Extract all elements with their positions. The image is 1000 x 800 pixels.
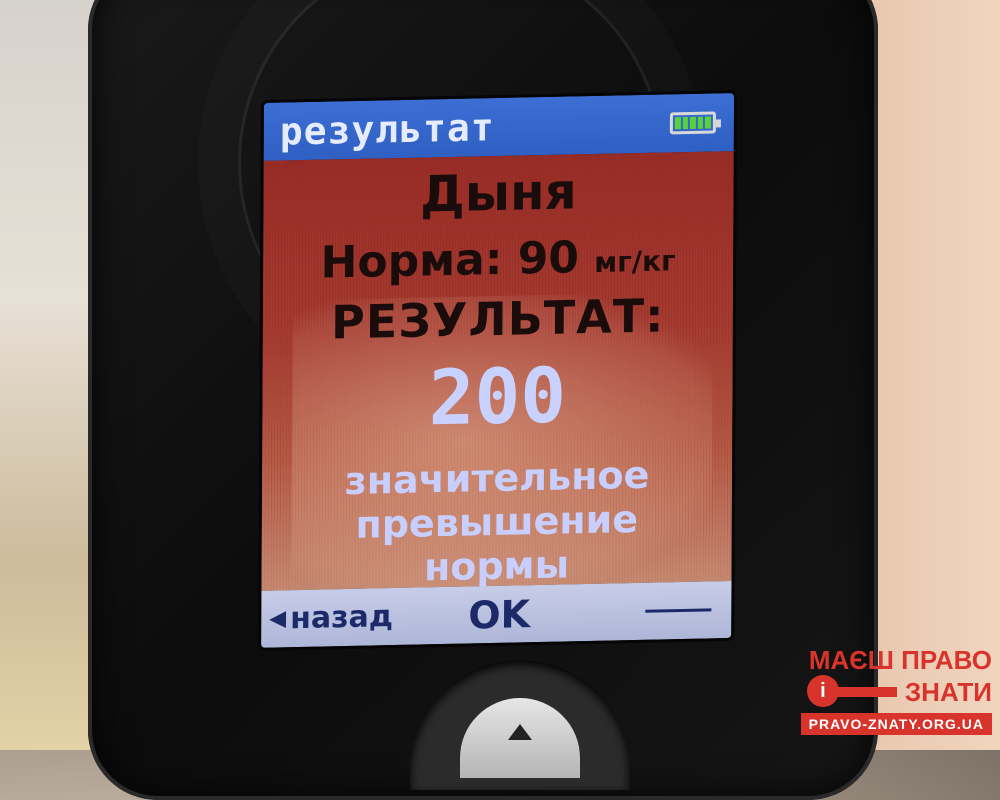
back-label: назад <box>290 599 394 637</box>
screen-title: результат <box>279 105 495 154</box>
title-bar: результат <box>263 93 735 161</box>
status-message: значительное превышение нормы <box>281 451 712 592</box>
battery-full-icon <box>669 111 716 135</box>
result-label: РЕЗУЛЬТАТ: <box>330 288 665 350</box>
message-line: значительное <box>344 452 650 504</box>
back-button[interactable]: ◀ назад <box>269 599 393 637</box>
norm-label: Норма: 90 <box>320 232 580 289</box>
arrow-up-icon <box>508 724 532 740</box>
norm-unit: мг/кг <box>594 244 676 279</box>
ok-button[interactable]: OK <box>468 592 530 637</box>
norm-value: Норма: 90 мг/кг <box>263 229 733 290</box>
result-value: 200 <box>428 350 567 443</box>
right-softkey-placeholder[interactable] <box>645 608 712 613</box>
softkey-bar: ◀ назад OK <box>261 580 732 648</box>
watermark-logo: МАЄШ ПРАВО i ЗНАТИ PRAVO-ZNATY.ORG.UA <box>792 645 992 735</box>
back-arrow-icon: ◀ <box>269 606 287 632</box>
watermark-line2: ЗНАТИ <box>904 676 992 707</box>
watermark-url: PRAVO-ZNATY.ORG.UA <box>800 713 992 735</box>
device-screen: результат Дыня Норма: 90 мг/кг РЕЗУЛЬТАТ… <box>261 93 735 648</box>
product-name: Дыня <box>420 162 577 224</box>
watermark-line1: МАЄШ ПРАВО <box>808 645 992 675</box>
result-panel: Дыня Норма: 90 мг/кг РЕЗУЛЬТАТ: 200 знач… <box>261 151 734 592</box>
key-icon: i <box>806 675 899 709</box>
